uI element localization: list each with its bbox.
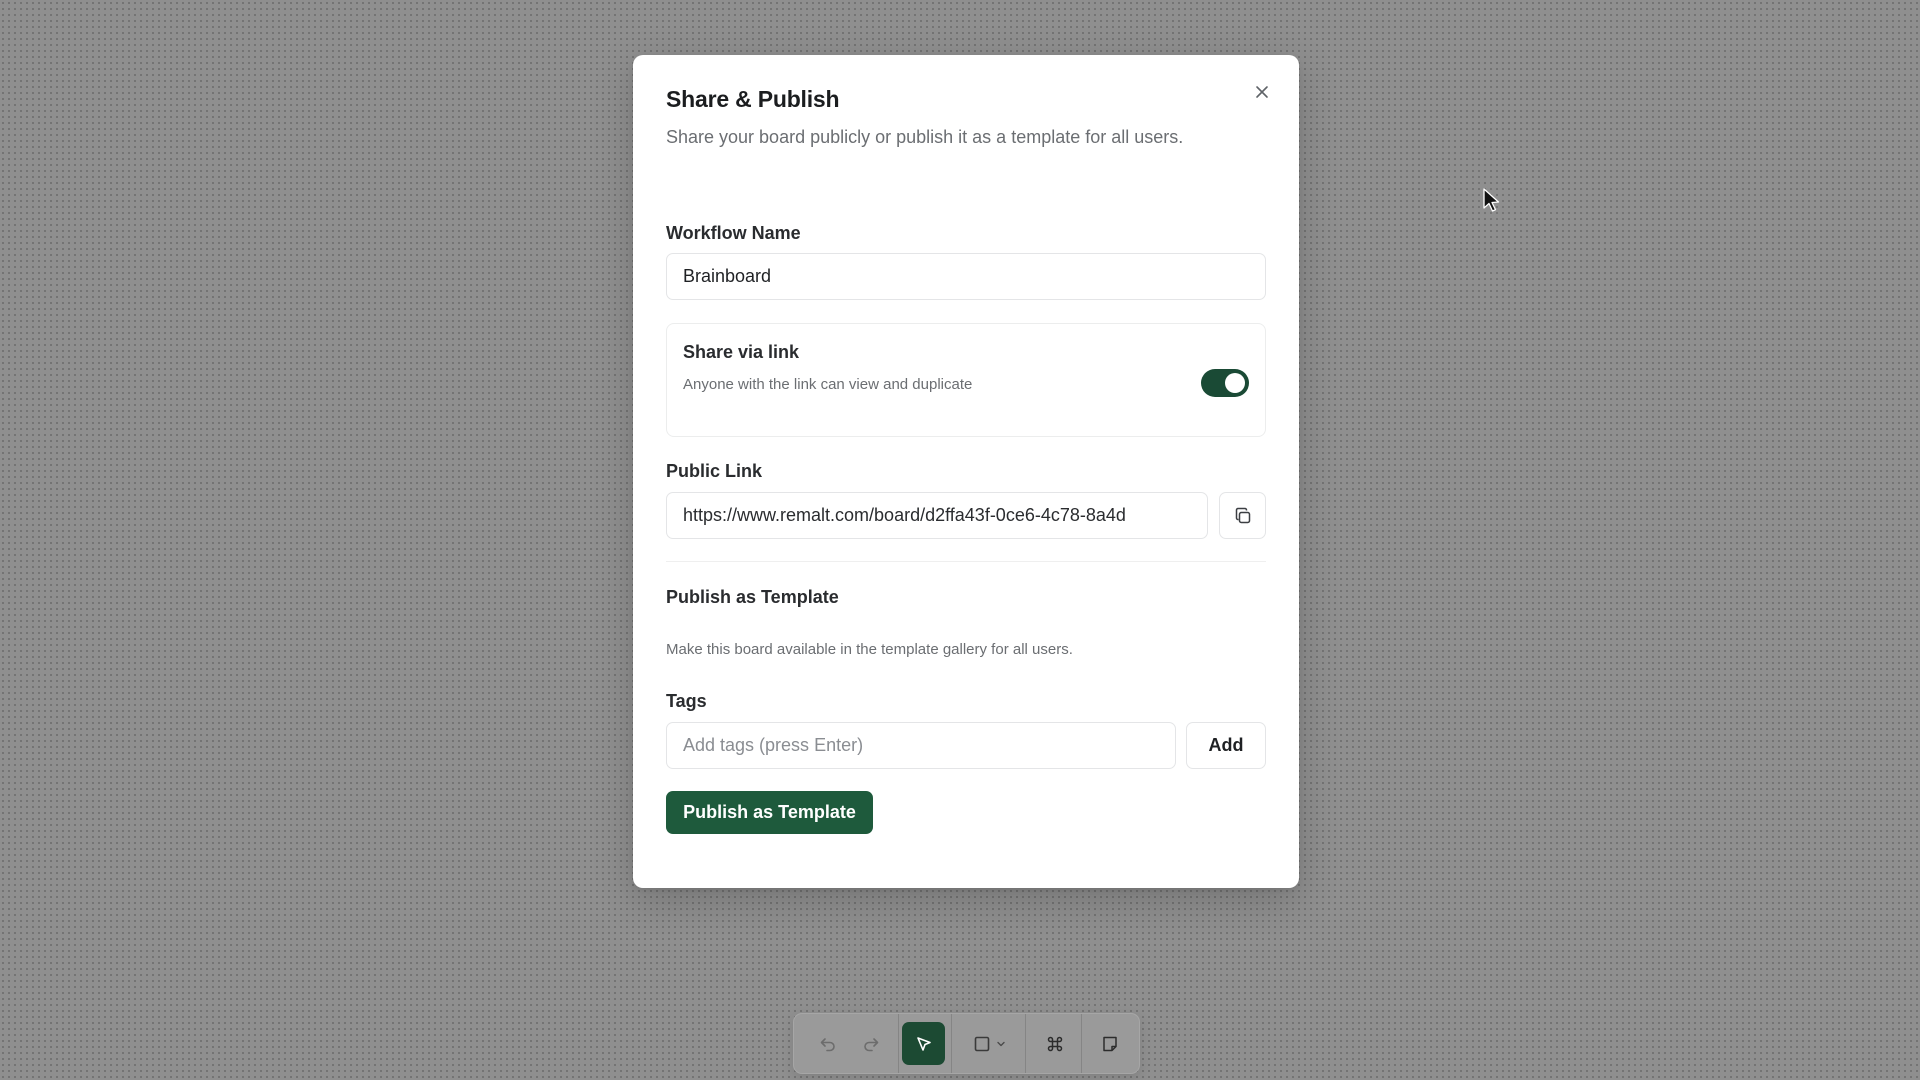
share-via-link-title: Share via link — [683, 342, 800, 362]
toolbar-separator — [1025, 1014, 1026, 1073]
share-via-link-card: Share via link Anyone with the link can … — [666, 323, 1266, 437]
copy-link-button[interactable] — [1219, 492, 1266, 539]
rectangle-shape-icon — [974, 1036, 989, 1051]
dialog-subtitle: Share your board publicly or publish it … — [666, 127, 1184, 147]
undo-icon — [820, 1037, 835, 1051]
copy-icon — [1235, 507, 1250, 523]
sticky-note-icon — [1103, 1036, 1117, 1051]
add-tag-button[interactable]: Add — [1186, 722, 1266, 769]
workflow-name-input[interactable] — [666, 253, 1266, 300]
tags-label: Tags — [666, 691, 707, 711]
public-link-label: Public Link — [666, 461, 763, 481]
publish-template-button[interactable]: Publish as Template — [666, 791, 873, 834]
tags-input[interactable] — [666, 722, 1176, 769]
mouse-cursor-icon — [1483, 188, 1500, 212]
toolbar-separator — [1081, 1014, 1082, 1073]
share-publish-dialog: Share & Publish Share your board publicl… — [633, 55, 1299, 888]
undo-button[interactable] — [808, 1022, 848, 1065]
redo-button[interactable] — [851, 1022, 891, 1065]
shape-tool-button[interactable] — [961, 1022, 1017, 1065]
dialog-title: Share & Publish — [666, 86, 840, 112]
toolbar-separator — [951, 1014, 952, 1073]
close-icon — [1256, 86, 1268, 98]
close-button[interactable] — [1249, 79, 1275, 105]
workflow-name-label: Workflow Name — [666, 223, 801, 243]
toolbar-separator — [898, 1014, 899, 1073]
select-pointer-icon — [916, 1036, 931, 1051]
command-button[interactable] — [1035, 1022, 1075, 1065]
toggle-knob — [1225, 373, 1245, 393]
note-button[interactable] — [1090, 1022, 1130, 1065]
section-divider — [666, 561, 1266, 562]
share-via-link-description: Anyone with the link can view and duplic… — [683, 376, 973, 393]
chevron-down-icon — [996, 1041, 1005, 1046]
publish-template-title: Publish as Template — [666, 587, 839, 607]
canvas-toolbar — [793, 1013, 1140, 1074]
command-icon — [1047, 1036, 1063, 1051]
select-tool-button[interactable] — [902, 1022, 945, 1065]
share-via-link-toggle[interactable] — [1201, 369, 1249, 397]
redo-icon — [864, 1037, 879, 1051]
public-link-input[interactable] — [666, 492, 1208, 539]
publish-template-description: Make this board available in the templat… — [666, 641, 1073, 658]
